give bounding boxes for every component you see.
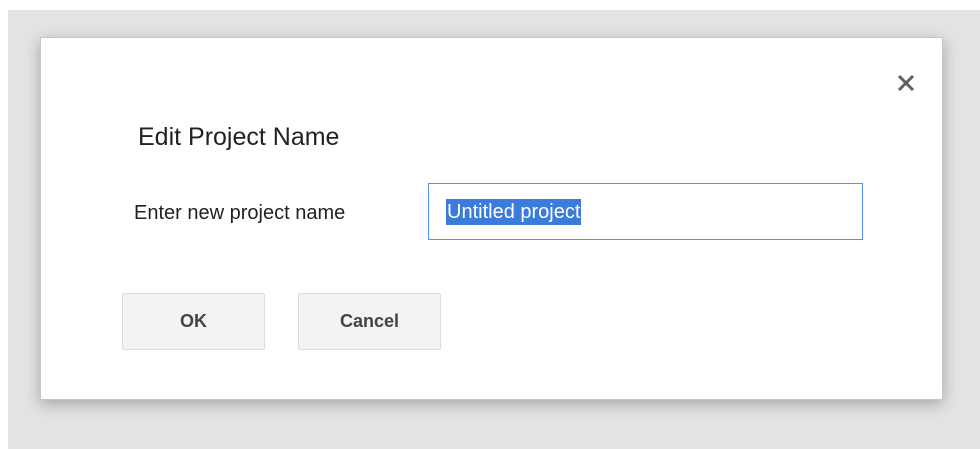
- project-name-input[interactable]: Untitled project: [428, 183, 863, 240]
- project-name-input-value: Untitled project: [446, 198, 582, 225]
- dialog-title: Edit Project Name: [138, 123, 340, 151]
- ok-button[interactable]: OK: [122, 293, 265, 350]
- close-button[interactable]: [891, 68, 921, 98]
- close-icon: [897, 74, 915, 92]
- project-name-label: Enter new project name: [134, 202, 346, 224]
- edit-project-name-dialog: Edit Project Name Enter new project name…: [40, 37, 943, 400]
- cancel-button[interactable]: Cancel: [298, 293, 441, 350]
